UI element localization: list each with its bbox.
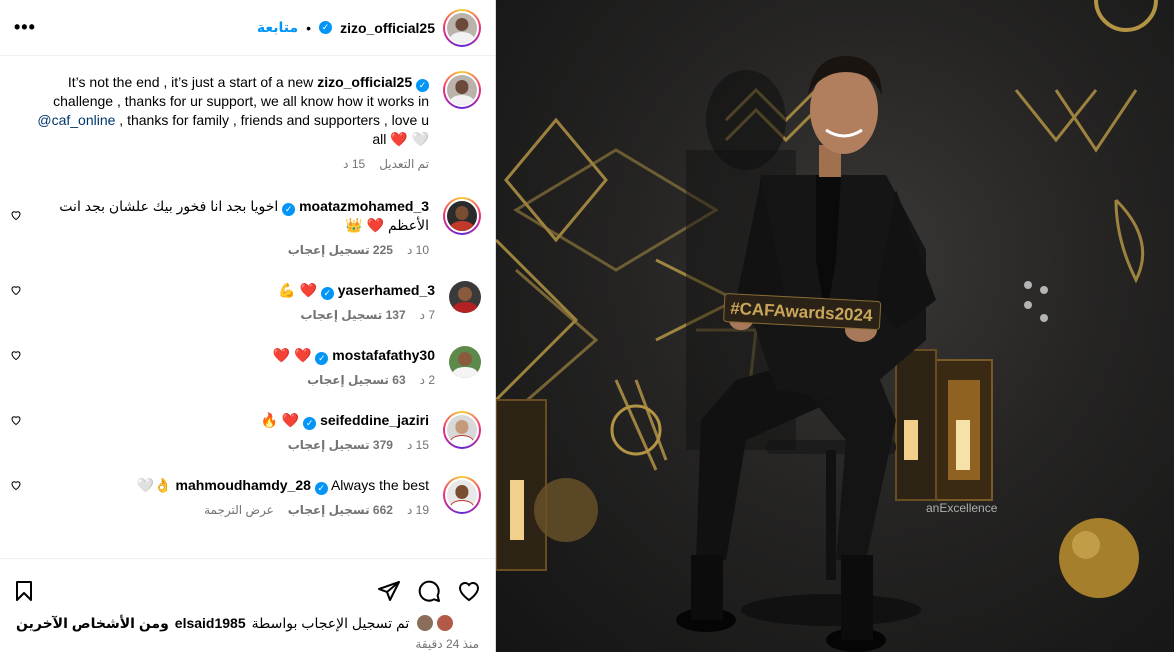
comment-time: 2 د (419, 373, 435, 387)
caption-edited: تم التعديل (379, 157, 429, 171)
comment-item: moatazmohamed_3 ✓ اخويا بجد انا فخور بيك… (0, 197, 495, 257)
photo-illustration: anExcellence #CAFAwards2024 (496, 0, 1158, 652)
liked-by-user[interactable]: elsaid1985 (175, 615, 246, 631)
comment-like-heart-icon[interactable] (10, 209, 22, 221)
comment-avatar[interactable] (443, 197, 481, 235)
comment-item: mostafafathy30 ✓ ❤️ ❤️ 2 د 63 تسجيل إعجا… (0, 346, 495, 387)
comment-likes[interactable]: 63 تسجيل إعجاب (307, 373, 406, 387)
caption-mention-link[interactable]: @caf_online (37, 112, 115, 128)
caption-line-3: , thanks for family , friends and suppor… (115, 112, 429, 128)
comment-likes[interactable]: 225 تسجيل إعجاب (288, 243, 393, 257)
comment-icon[interactable] (417, 579, 441, 603)
follow-button[interactable]: متابعة (257, 19, 298, 36)
header-avatar[interactable] (443, 8, 481, 47)
comment-time: 15 د (406, 438, 429, 452)
backdrop-text: anExcellence (926, 501, 998, 515)
comment-item: yaserhamed_3 ✓ ❤️ 💪 7 د 137 تسجيل إعجاب (0, 281, 495, 322)
post-actions-bar: تم تسجيل الإعجاب بواسطة elsaid1985 ومن ا… (0, 558, 495, 652)
post-caption: It’s not the end , it’s just a start of … (0, 57, 495, 171)
liked-by-others[interactable]: ومن الأشخاص الآخرين (16, 615, 169, 632)
liked-by-prefix: تم تسجيل الإعجاب بواسطة (251, 614, 410, 631)
caption-avatar[interactable] (443, 71, 481, 109)
comment-time: 7 د (419, 308, 435, 322)
verified-icon: ✓ (319, 21, 333, 34)
caption-text: It’s not the end , it’s just a start of … (14, 73, 443, 171)
comment-avatar[interactable] (449, 281, 481, 313)
see-translation-link[interactable]: عرض الترجمة (204, 503, 274, 517)
caption-line-4: all ❤️ 🤍 (372, 131, 429, 147)
liked-by-text: تم تسجيل الإعجاب بواسطة elsaid1985 ومن ا… (0, 609, 495, 633)
comment-username[interactable]: moatazmohamed_3 (299, 198, 429, 214)
comment-username[interactable]: seifeddine_jaziri (320, 412, 429, 428)
comment-time: 10 د (406, 243, 429, 257)
more-options-icon[interactable]: ••• (14, 17, 36, 38)
verified-icon: ✓ (416, 79, 429, 92)
comment-likes[interactable]: 662 تسجيل إعجاب (288, 503, 393, 517)
comment-avatar[interactable] (443, 411, 481, 449)
comment-like-heart-icon[interactable] (10, 414, 22, 426)
verified-icon: ✓ (314, 482, 328, 495)
send-icon[interactable] (377, 579, 401, 603)
comment-username[interactable]: mostafafathy30 (332, 347, 435, 363)
verified-icon: ✓ (282, 203, 296, 216)
bookmark-icon[interactable] (12, 579, 36, 603)
comment-item: seifeddine_jaziri ✓ ❤️ 🔥 15 د 379 تسجيل … (0, 411, 495, 452)
comment-avatar[interactable] (443, 476, 481, 514)
comment-avatar[interactable] (449, 346, 481, 378)
caption-line-1: It’s not the end , it’s just a start of … (67, 74, 314, 90)
comment-like-heart-icon[interactable] (10, 284, 22, 296)
caption-time: 15 د (343, 157, 366, 171)
comment-text-continued: الأعظم ❤️ 👑 (345, 217, 429, 233)
post-detail-panel: ••• متابعة • ✓ zizo_official25 It’s not … (0, 0, 496, 652)
separator-dot: • (306, 19, 312, 36)
comment-like-heart-icon[interactable] (10, 479, 22, 491)
caption-line-2: challenge , thanks for ur support, we al… (53, 93, 429, 109)
comment-item: mahmoudhamdy_28 ✓ Always the best 👌🤍 19 … (0, 476, 495, 517)
comment-like-heart-icon[interactable] (10, 349, 22, 361)
comment-time: 19 د (406, 503, 429, 517)
header-user: متابعة • ✓ zizo_official25 (257, 8, 481, 47)
post-time: منذ 24 دقيقة (415, 637, 479, 651)
post-header: ••• متابعة • ✓ zizo_official25 (0, 0, 495, 56)
comments-list[interactable]: It’s not the end , it’s just a start of … (0, 57, 495, 557)
caption-username[interactable]: zizo_official25 (317, 74, 412, 90)
comment-likes[interactable]: 379 تسجيل إعجاب (288, 438, 393, 452)
comment-text: ❤️ 💪 (278, 282, 317, 298)
comment-text: اخويا بجد انا فخور بيك علشان بجد انت (59, 198, 279, 214)
header-username[interactable]: zizo_official25 (340, 20, 435, 36)
liked-by-avatars[interactable] (415, 613, 456, 633)
liker-avatar (435, 613, 456, 633)
comment-text: ❤️ ❤️ (272, 347, 312, 363)
comment-username[interactable]: mahmoudhamdy_28 (176, 477, 311, 493)
liker-avatar (415, 613, 436, 633)
comment-likes[interactable]: 137 تسجيل إعجاب (300, 308, 405, 322)
post-image: anExcellence #CAFAwards2024 (496, 0, 1174, 652)
heart-icon[interactable] (457, 579, 481, 603)
comment-text: ❤️ 🔥 (260, 412, 300, 428)
verified-icon: ✓ (320, 287, 334, 300)
verified-icon: ✓ (315, 352, 329, 365)
verified-icon: ✓ (303, 417, 317, 430)
comment-username[interactable]: yaserhamed_3 (338, 282, 435, 298)
